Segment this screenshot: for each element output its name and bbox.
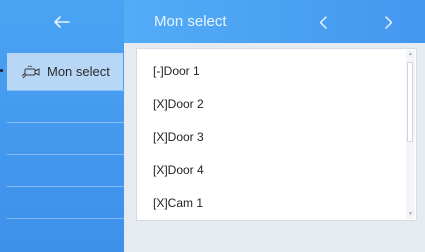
divider xyxy=(7,186,124,187)
chevron-left-icon xyxy=(319,15,327,29)
list-item[interactable]: [-]Door 1 xyxy=(153,57,393,85)
divider xyxy=(7,218,124,219)
header-bar: Mon select xyxy=(124,0,425,43)
sidebar-item-mon-select[interactable]: Mon select xyxy=(7,53,123,90)
back-button[interactable] xyxy=(50,10,74,34)
app-window: Mon select Mon select [-]Door 1 [X]Door … xyxy=(0,0,425,252)
arrow-left-icon xyxy=(54,16,70,28)
divider xyxy=(7,122,124,123)
scroll-down-icon[interactable]: ▼ xyxy=(408,212,413,217)
sidebar-item-label: Mon select xyxy=(47,64,110,79)
scroll-thumb[interactable] xyxy=(407,62,413,142)
sidebar: Mon select xyxy=(0,0,124,252)
scrollbar[interactable]: ▲ ▼ xyxy=(406,50,415,219)
divider xyxy=(7,154,124,155)
chevron-right-icon xyxy=(385,15,393,29)
sidebar-header xyxy=(0,0,124,43)
prev-button[interactable] xyxy=(312,10,334,34)
list-item[interactable]: [X]Door 4 xyxy=(153,156,393,184)
monitor-camera-icon xyxy=(20,64,41,80)
list-item[interactable]: [X]Cam 1 xyxy=(153,189,393,217)
scroll-up-icon[interactable]: ▲ xyxy=(408,52,413,57)
next-button[interactable] xyxy=(378,10,400,34)
list-item[interactable]: [X]Door 3 xyxy=(153,123,393,151)
bullet-marker xyxy=(0,69,3,72)
list-item[interactable]: [X]Door 2 xyxy=(153,90,393,118)
camera-list: [-]Door 1 [X]Door 2 [X]Door 3 [X]Door 4 … xyxy=(136,48,417,221)
divider xyxy=(7,90,124,91)
page-title: Mon select xyxy=(154,13,227,30)
